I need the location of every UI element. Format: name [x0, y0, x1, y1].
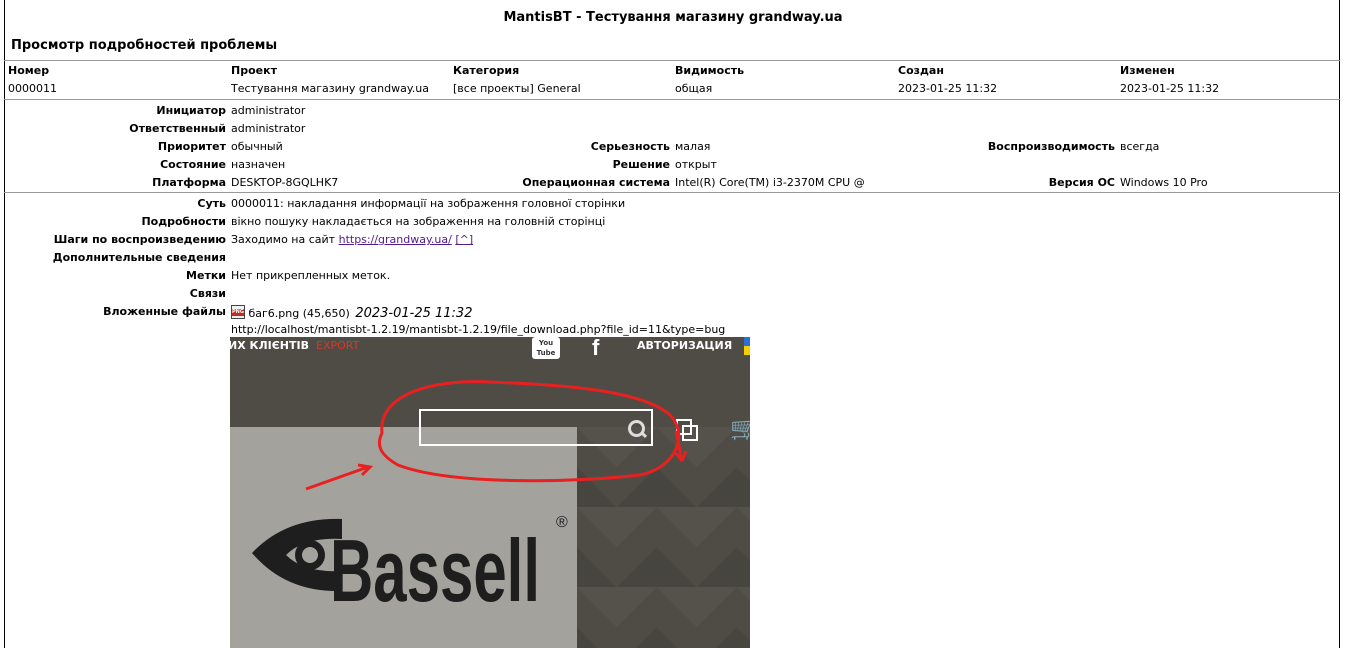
- platform-label: Платформа: [152, 176, 226, 189]
- issue-view-state: общая: [675, 82, 713, 95]
- divider: [4, 60, 1340, 61]
- png-file-icon[interactable]: PNG: [231, 305, 245, 319]
- steps-text: Заходимо на сайт: [231, 233, 336, 246]
- tags-label: Метки: [186, 269, 226, 282]
- divider: [4, 192, 1340, 193]
- steps-label: Шаги по воспроизведению: [53, 233, 226, 246]
- status-label: Состояние: [160, 158, 226, 171]
- summary-value: 0000011: накладання информації на зображ…: [231, 197, 626, 210]
- summary-label: Суть: [197, 197, 226, 210]
- col-header-category: Категория: [453, 64, 520, 77]
- issue-updated: 2023-01-25 11:32: [1120, 82, 1220, 95]
- red-annotation: [305, 380, 688, 491]
- steps-link[interactable]: https://grandway.ua/: [339, 233, 452, 246]
- col-header-project: Проект: [231, 64, 277, 77]
- priority-label: Приоритет: [157, 140, 226, 153]
- description-label: Подробности: [141, 215, 226, 228]
- issue-created: 2023-01-25 11:32: [898, 82, 998, 95]
- status-value: назначен: [231, 158, 286, 171]
- reporter-label: Инициатор: [156, 104, 226, 117]
- col-header-updated: Изменен: [1120, 64, 1175, 77]
- issue-id: 0000011: [8, 82, 57, 95]
- col-header-view-state: Видимость: [675, 64, 745, 77]
- steps-link-new-window[interactable]: [^]: [455, 233, 473, 246]
- os-label: Операционная система: [522, 176, 670, 189]
- handler-label: Ответственный: [129, 122, 226, 135]
- divider: [4, 99, 1340, 100]
- resolution-label: Решение: [612, 158, 670, 171]
- col-header-id: Номер: [8, 64, 50, 77]
- priority-value: обычный: [231, 140, 283, 153]
- steps-value: Заходимо на сайт https://grandway.ua/ [^…: [231, 233, 473, 246]
- os-version-value: Windows 10 Pro: [1120, 176, 1208, 189]
- app-title: MantisBT - Тестування магазину grandway.…: [503, 10, 843, 25]
- attachment-url: http://localhost/mantisbt-1.2.19/mantisb…: [231, 323, 726, 336]
- col-header-created: Создан: [898, 64, 944, 77]
- severity-label: Серьезность: [590, 140, 670, 153]
- attachment-date: 2023-01-25 11:32: [355, 306, 473, 321]
- attachment-preview-image[interactable]: ИХ КЛІЄНТІВ EXPORT You Tube f АВТОРИЗАЦИ…: [230, 337, 750, 648]
- issue-category: [все проекты] General: [453, 82, 581, 95]
- reproducibility-label: Воспроизводимость: [987, 140, 1115, 153]
- issue-project: Тестування магазину grandway.ua: [231, 82, 430, 95]
- attachment-download-link[interactable]: баг6.png (45,650): [249, 307, 350, 320]
- resolution-value: открыт: [675, 158, 717, 171]
- additional-info-label: Дополнительные сведения: [52, 251, 226, 264]
- severity-value: малая: [675, 140, 711, 153]
- attachments-label: Вложенные файлы: [103, 305, 226, 318]
- section-title: Просмотр подробностей проблемы: [11, 38, 278, 53]
- tags-value: Нет прикрепленных меток.: [231, 269, 391, 282]
- os-version-label: Версия ОС: [1048, 176, 1115, 189]
- relations-label: Связи: [189, 287, 226, 300]
- platform-value: DESKTOP-8GQLHK7: [231, 176, 339, 189]
- os-value: Intel(R) Core(TM) i3-2370M CPU @: [675, 176, 865, 189]
- attachment-entry: PNG баг6.png (45,650) 2023-01-25 11:32: [231, 305, 472, 321]
- handler-value: administrator: [231, 122, 306, 135]
- reproducibility-value: всегда: [1120, 140, 1160, 153]
- description-value: вікно пошуку накладається на зображення …: [231, 215, 606, 228]
- reporter-value: administrator: [231, 104, 306, 117]
